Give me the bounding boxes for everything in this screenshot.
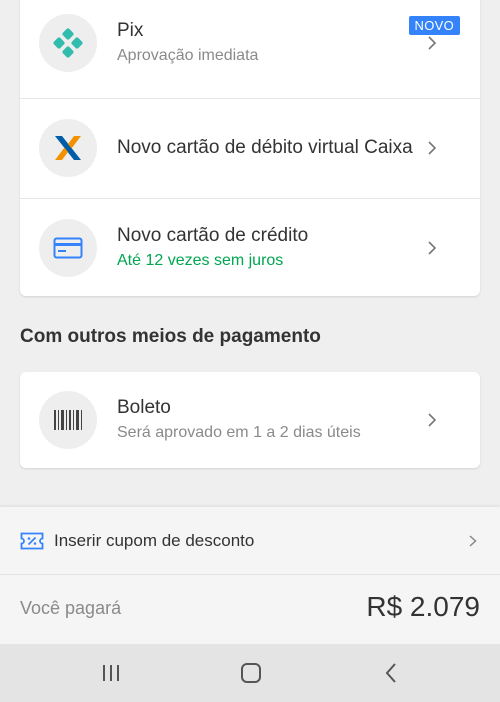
home-icon[interactable] [236, 658, 266, 688]
payment-methods-card: Pix Aprovação imediata NOVO Novo cartão … [20, 0, 480, 296]
payment-subtitle: Até 12 vezes sem juros [117, 251, 284, 269]
pix-icon [39, 14, 97, 72]
barcode-icon [39, 391, 97, 449]
pix-text: Pix Aprovação imediata [117, 19, 417, 67]
new-badge: NOVO [408, 16, 460, 35]
payment-title: Novo cartão de crédito [117, 224, 309, 246]
credit-card-icon [39, 218, 97, 277]
chevron-right-icon [469, 535, 477, 547]
chevron-right-icon [428, 413, 437, 427]
payment-option-pix[interactable]: Pix Aprovação imediata NOVO [20, 0, 480, 92]
payment-title: Boleto [117, 397, 171, 418]
total-label: Você pagará [20, 598, 122, 618]
payment-summary: Inserir cupom de desconto Você pagará R$… [0, 507, 500, 644]
caixa-text: Novo cartão de débito virtual Caixa [117, 136, 417, 160]
credit-card-text: Novo cartão de crédito Até 12 vezes sem … [117, 224, 417, 272]
payment-title: Pix [117, 20, 144, 41]
section-title: Com outros meios de pagamento [20, 326, 321, 347]
chevron-right-icon [428, 140, 437, 155]
chevron-right-icon [428, 36, 437, 50]
coupon-label: Inserir cupom de desconto [54, 531, 255, 550]
other-methods-card: Boleto Será aprovado em 1 a 2 dias úteis [20, 372, 480, 468]
payment-subtitle: Aprovação imediata [117, 47, 259, 64]
payment-option-caixa-debit[interactable]: Novo cartão de débito virtual Caixa [20, 98, 480, 196]
boleto-text: Boleto Será aprovado em 1 a 2 dias úteis [117, 396, 417, 444]
coupon-icon [20, 532, 44, 550]
coupon-row[interactable]: Inserir cupom de desconto [0, 507, 500, 575]
back-icon[interactable] [376, 658, 406, 688]
total-value: R$ 2.079 [366, 591, 480, 622]
recents-icon[interactable] [96, 658, 126, 688]
caixa-logo-icon [39, 118, 97, 177]
chevron-right-icon [428, 240, 437, 255]
system-navigation-bar [0, 644, 500, 702]
payment-option-boleto[interactable]: Boleto Será aprovado em 1 a 2 dias úteis [20, 372, 480, 468]
payment-option-credit-card[interactable]: Novo cartão de crédito Até 12 vezes sem … [20, 198, 480, 296]
payment-subtitle: Será aprovado em 1 a 2 dias úteis [117, 424, 361, 441]
payment-title: Novo cartão de débito virtual Caixa [117, 136, 413, 158]
